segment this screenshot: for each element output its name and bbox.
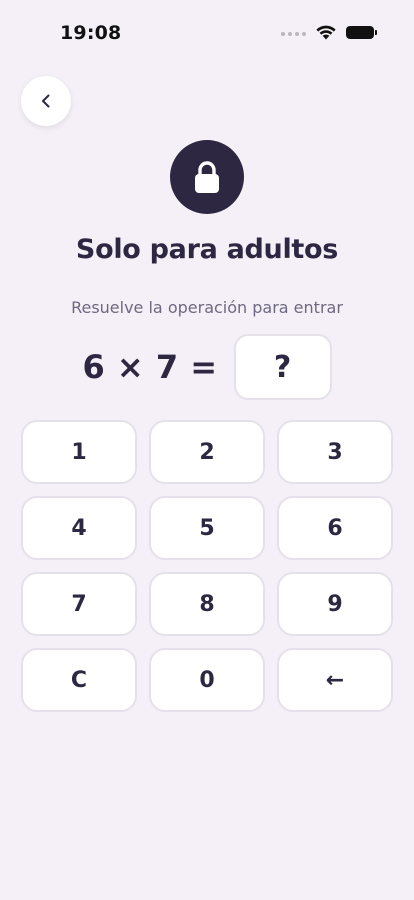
page-subtitle: Resuelve la operación para entrar: [71, 298, 343, 317]
key-2[interactable]: 2: [149, 420, 265, 484]
key-5[interactable]: 5: [149, 496, 265, 560]
status-time: 19:08: [60, 22, 122, 44]
key-9[interactable]: 9: [277, 572, 393, 636]
status-icons: [281, 24, 377, 40]
lock-icon: [195, 161, 219, 193]
key-8[interactable]: 8: [149, 572, 265, 636]
chevron-left-icon: [42, 94, 50, 108]
math-problem: 6 × 7 = ?: [0, 334, 414, 400]
key-0[interactable]: 0: [149, 648, 265, 712]
status-bar: 19:08: [0, 0, 414, 66]
problem-expression: 6 × 7 =: [82, 348, 218, 386]
cellular-signal-icon: [281, 32, 306, 36]
key-4[interactable]: 4: [21, 496, 137, 560]
battery-icon: [346, 25, 377, 39]
lock-badge: [170, 140, 244, 214]
key-backspace[interactable]: ←: [277, 648, 393, 712]
key-clear[interactable]: C: [21, 648, 137, 712]
number-keypad: 1 2 3 4 5 6 7 8 9 C 0 ←: [21, 420, 393, 712]
page-title: Solo para adultos: [75, 234, 339, 265]
back-button[interactable]: [21, 76, 71, 126]
parental-gate-screen: 19:08 Solo para adultos Resuelve la oper…: [0, 0, 414, 900]
key-6[interactable]: 6: [277, 496, 393, 560]
key-7[interactable]: 7: [21, 572, 137, 636]
wifi-icon: [316, 25, 336, 40]
key-1[interactable]: 1: [21, 420, 137, 484]
key-3[interactable]: 3: [277, 420, 393, 484]
answer-field: ?: [233, 334, 332, 400]
